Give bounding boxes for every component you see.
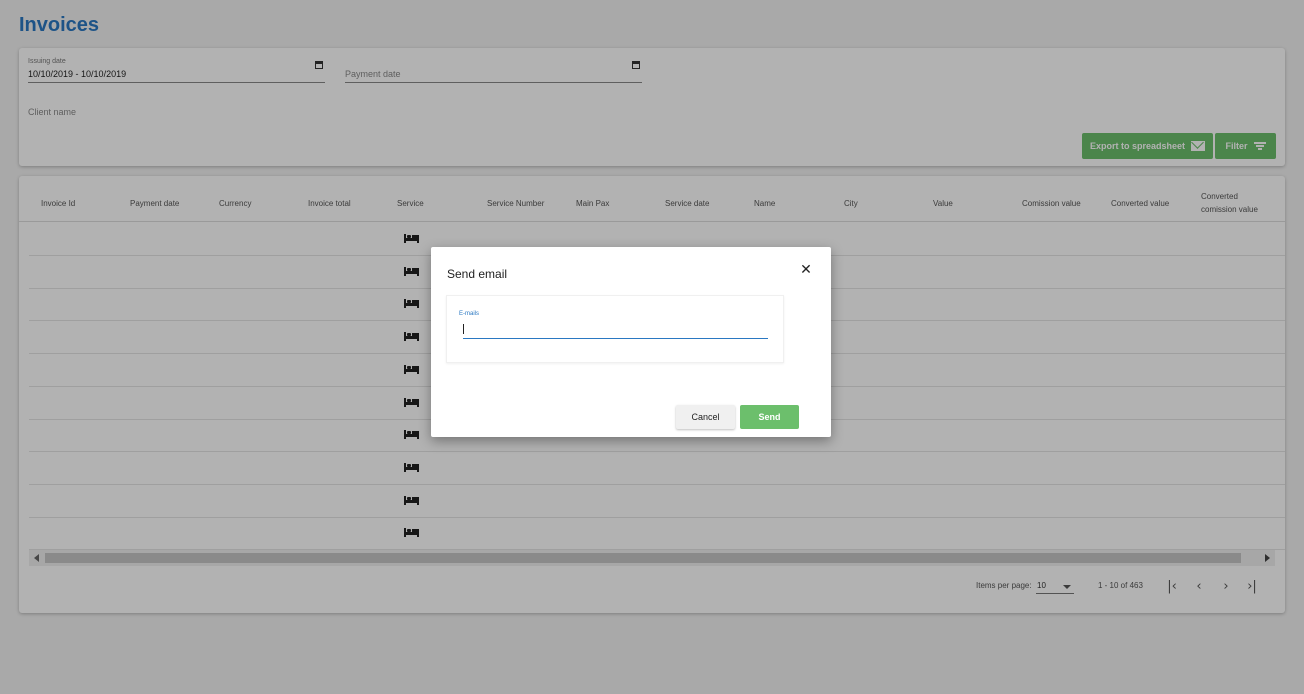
dialog-title: Send email [447, 267, 508, 281]
cancel-button[interactable]: Cancel [676, 405, 735, 429]
send-email-dialog: Send email ✕ E-mails Cancel Send [431, 247, 831, 437]
emails-field-container: E-mails [446, 295, 784, 363]
emails-input[interactable] [463, 320, 768, 339]
close-icon[interactable]: ✕ [799, 263, 813, 277]
text-cursor [463, 324, 464, 334]
emails-field-label: E-mails [459, 311, 480, 317]
send-button[interactable]: Send [740, 405, 799, 429]
